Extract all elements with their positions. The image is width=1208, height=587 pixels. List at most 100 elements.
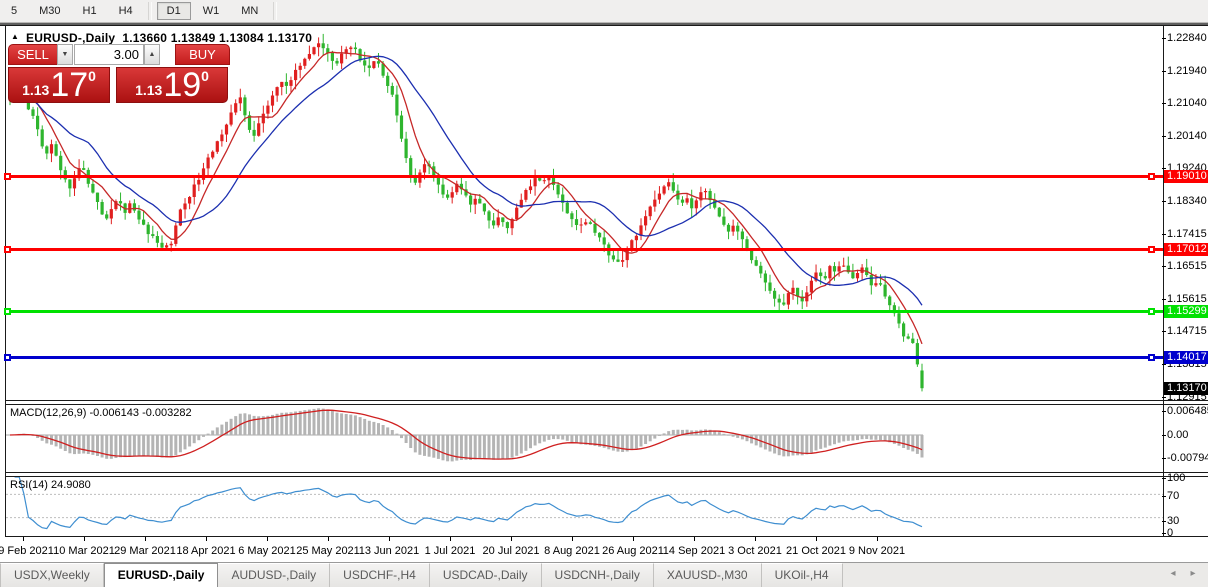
symbol-tab-ukoil-[interactable]: UKOil-,H4 <box>762 563 843 587</box>
date-tick <box>572 537 573 541</box>
ohlc-high: 1.13849 <box>171 31 216 45</box>
symbol-tab-usdx[interactable]: USDX,Weekly <box>0 563 104 587</box>
price-tick: 1.16515 <box>1167 260 1208 272</box>
volume-input[interactable] <box>74 44 144 65</box>
timeframe-button-d1[interactable]: D1 <box>157 2 191 20</box>
timeframe-button-h4[interactable]: H4 <box>109 2 143 20</box>
buy-price-major: 1.13 <box>135 80 162 100</box>
horizontal-line-1.15299[interactable] <box>6 310 1163 313</box>
main-panel-bottom-border <box>5 400 1208 401</box>
date-tick <box>755 537 756 541</box>
rsi-label: RSI(14) 24.9080 <box>10 479 91 491</box>
sell-price-pips: 17 <box>50 70 88 100</box>
date-label: 26 Aug 2021 <box>602 545 664 557</box>
buy-price-display[interactable]: 1.13 19 0 <box>116 67 228 103</box>
date-tick <box>206 537 207 541</box>
date-label: 29 Mar 2021 <box>114 545 176 557</box>
hline-handle[interactable] <box>1148 354 1155 361</box>
symbol-tab-audusd-[interactable]: AUDUSD-,Daily <box>218 563 330 587</box>
hline-price-tag: 1.15299 <box>1164 305 1208 318</box>
symbol-tab-xauusd-[interactable]: XAUUSD-,M30 <box>654 563 762 587</box>
chart-title: EURUSD-,Daily 1.13660 1.13849 1.13084 1.… <box>26 31 312 45</box>
timeframe-button-m30[interactable]: M30 <box>29 2 70 20</box>
symbol-tab-usdcnh-[interactable]: USDCNH-,Daily <box>542 563 654 587</box>
date-tick <box>511 537 512 541</box>
symbol-tab-eurusd-[interactable]: EURUSD-,Daily <box>104 563 219 587</box>
date-tick <box>389 537 390 541</box>
date-tick <box>816 537 817 541</box>
indicator-tick: 0.006485 <box>1167 405 1208 417</box>
indicator-tick: 70 <box>1167 490 1208 502</box>
indicator-tick: 30 <box>1167 515 1208 527</box>
timeframe-button-w1[interactable]: W1 <box>193 2 230 20</box>
date-tick <box>145 537 146 541</box>
date-label: 19 Feb 2021 <box>0 545 54 557</box>
price-tick: 1.14715 <box>1167 325 1208 337</box>
indicator-tick: -0.007947 <box>1167 452 1208 464</box>
collapse-panel-icon[interactable]: ▲ <box>11 32 19 41</box>
sell-button[interactable]: SELL <box>8 44 58 65</box>
date-label: 20 Jul 2021 <box>483 545 540 557</box>
price-tick: 1.21040 <box>1167 97 1208 109</box>
tab-scroll-left-icon[interactable]: ◂ <box>1166 567 1180 581</box>
rsi-panel-bottom-border <box>5 536 1208 537</box>
ohlc-low: 1.13084 <box>219 31 264 45</box>
ohlc-open: 1.13660 <box>122 31 167 45</box>
date-label: 13 Jun 2021 <box>359 545 420 557</box>
buy-button[interactable]: BUY <box>175 44 230 65</box>
symbol-tab-usdchf-[interactable]: USDCHF-,H4 <box>330 563 430 587</box>
price-tick: 1.20140 <box>1167 130 1208 142</box>
date-tick <box>267 537 268 541</box>
one-click-trade-panel: SELL ▼ ▲ BUY 1.13 17 0 1.13 19 0 <box>8 44 230 104</box>
timeframe-button-h1[interactable]: H1 <box>73 2 107 20</box>
macd-panel-bottom-border <box>5 472 1208 473</box>
timeframe-button-mn[interactable]: MN <box>231 2 268 20</box>
indicator-tick: 100 <box>1167 472 1208 484</box>
buy-price-point: 0 <box>201 70 209 82</box>
horizontal-line-1.17012[interactable] <box>6 248 1163 251</box>
hline-price-tag: 1.19010 <box>1164 170 1208 183</box>
symbol-tab-bar: USDX,WeeklyEURUSD-,DailyAUDUSD-,DailyUSD… <box>0 562 1208 587</box>
tab-scroll-right-icon[interactable]: ▸ <box>1186 567 1200 581</box>
toolbar-separator <box>148 2 152 20</box>
sell-price-display[interactable]: 1.13 17 0 <box>8 67 110 103</box>
timeframe-button-5[interactable]: 5 <box>1 2 27 20</box>
buy-price-pips: 19 <box>163 70 201 100</box>
hline-handle[interactable] <box>4 308 11 315</box>
date-label: 25 May 2021 <box>296 545 360 557</box>
rsi-canvas <box>6 477 1163 536</box>
date-label: 1 Jul 2021 <box>425 545 476 557</box>
date-label: 18 Apr 2021 <box>176 545 235 557</box>
hline-handle[interactable] <box>4 173 11 180</box>
hline-handle[interactable] <box>1148 173 1155 180</box>
indicator-tick: 0 <box>1167 527 1208 539</box>
date-tick <box>84 537 85 541</box>
price-tick: 1.21940 <box>1167 65 1208 77</box>
date-tick <box>328 537 329 541</box>
date-tick <box>877 537 878 541</box>
horizontal-line-1.19010[interactable] <box>6 175 1163 178</box>
price-tick: 1.22840 <box>1167 32 1208 44</box>
sell-price-major: 1.13 <box>22 80 49 100</box>
symbol-tab-usdcad-[interactable]: USDCAD-,Daily <box>430 563 542 587</box>
hline-handle[interactable] <box>1148 308 1155 315</box>
symbol-label: EURUSD-,Daily <box>26 31 115 45</box>
timeframe-toolbar: 5M30H1H4 D1W1MN <box>0 0 1208 22</box>
date-label: 14 Sep 2021 <box>663 545 725 557</box>
current-price-tag: 1.13170 <box>1164 382 1208 395</box>
date-label: 3 Oct 2021 <box>728 545 782 557</box>
hline-handle[interactable] <box>1148 246 1155 253</box>
volume-decrease-button[interactable]: ▼ <box>57 44 73 65</box>
date-label: 10 Mar 2021 <box>53 545 115 557</box>
indicator-tick: 0.00 <box>1167 429 1208 441</box>
volume-increase-button[interactable]: ▲ <box>144 44 160 65</box>
hline-price-tag: 1.17012 <box>1164 243 1208 256</box>
horizontal-line-1.14017[interactable] <box>6 356 1163 359</box>
date-label: 6 May 2021 <box>238 545 295 557</box>
toolbar-separator <box>273 2 277 20</box>
hline-handle[interactable] <box>4 354 11 361</box>
date-label: 8 Aug 2021 <box>544 545 600 557</box>
hline-handle[interactable] <box>4 246 11 253</box>
rsi-indicator-panel[interactable] <box>6 477 1163 536</box>
sell-price-point: 0 <box>88 70 96 82</box>
